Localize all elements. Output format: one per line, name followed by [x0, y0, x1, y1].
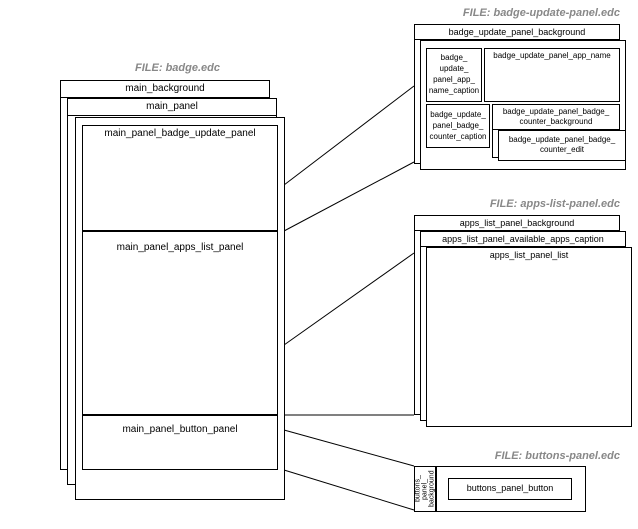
- buttons-background-label: buttons_ panel_ background: [415, 467, 435, 511]
- main-background-label: main_background: [61, 81, 269, 94]
- buttons-background: buttons_ panel_ background: [414, 466, 436, 512]
- main-background: main_background: [60, 80, 270, 98]
- apps-list-list-label: apps_list_panel_list: [427, 248, 631, 260]
- main-panel: main_panel: [67, 98, 277, 116]
- badge-update-background-label: badge_update_panel_background: [415, 25, 619, 37]
- file-label-buttons: FILE: buttons-panel.edc: [400, 450, 620, 462]
- badge-update-background: badge_update_panel_background: [414, 24, 620, 40]
- main-panel-button-panel: main_panel_button_panel: [82, 415, 278, 470]
- badge-app-name: badge_update_panel_app_name: [484, 48, 620, 102]
- main-panel-apps-list-panel: main_panel_apps_list_panel: [82, 231, 278, 415]
- buttons-button: buttons_panel_button: [448, 478, 572, 500]
- badge-app-name-label: badge_update_panel_app_name: [485, 49, 619, 60]
- main-panel-button-panel-label: main_panel_button_panel: [83, 416, 277, 435]
- buttons-button-label: buttons_panel_button: [449, 479, 571, 493]
- main-panel-label: main_panel: [68, 99, 276, 112]
- main-panel-badge-update-panel: main_panel_badge_update_panel: [82, 125, 278, 231]
- file-label-apps-list: FILE: apps-list-panel.edc: [400, 198, 620, 210]
- main-panel-apps-list-panel-label: main_panel_apps_list_panel: [83, 232, 277, 253]
- apps-list-background: apps_list_panel_background: [414, 215, 620, 231]
- apps-list-background-label: apps_list_panel_background: [415, 216, 619, 228]
- apps-list-caption: apps_list_panel_available_apps_caption: [420, 231, 626, 247]
- badge-counter-caption: badge_update_ panel_badge_ counter_capti…: [426, 104, 490, 148]
- file-label-badge: FILE: badge.edc: [60, 62, 220, 74]
- badge-counter-edit: badge_update_panel_badge_ counter_edit: [498, 130, 626, 161]
- apps-list-caption-label: apps_list_panel_available_apps_caption: [421, 232, 625, 244]
- apps-list-list: apps_list_panel_list: [426, 247, 632, 427]
- file-label-badge-update: FILE: badge-update-panel.edc: [400, 7, 620, 19]
- badge-counter-background: badge_update_panel_badge_ counter_backgr…: [492, 104, 620, 130]
- main-panel-badge-update-panel-label: main_panel_badge_update_panel: [83, 126, 277, 139]
- badge-name-caption: badge_ update_ panel_app_ name_caption: [426, 48, 482, 102]
